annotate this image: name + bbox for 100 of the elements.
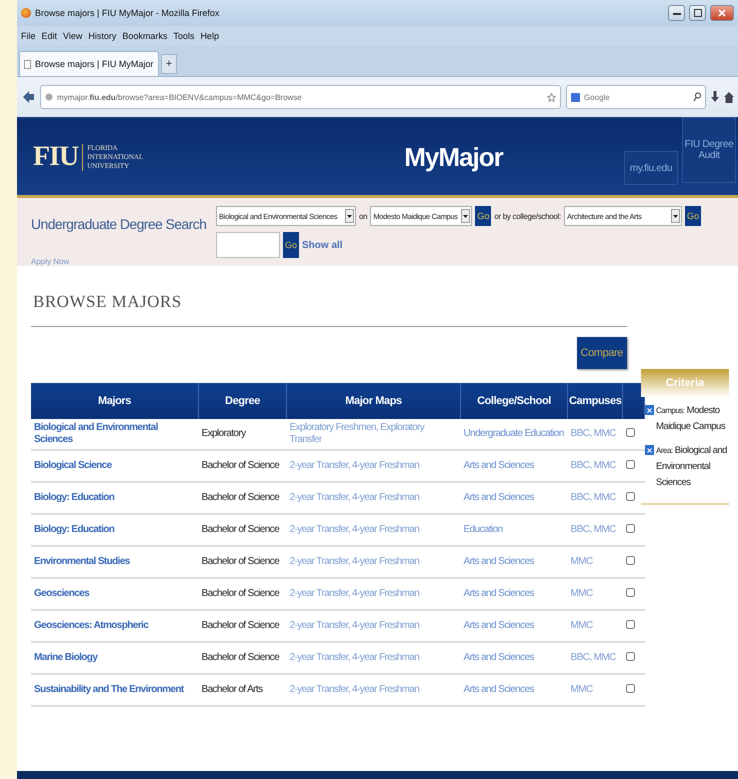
- search-icon[interactable]: [693, 92, 701, 102]
- menu-item[interactable]: File: [21, 31, 36, 41]
- major-maps-link[interactable]: 2-year Transfer, 4-year Freshman: [286, 674, 460, 706]
- college-link[interactable]: Arts and Sciences: [460, 482, 568, 514]
- degree-cell: Bachelor of Science: [198, 578, 286, 610]
- major-maps-link[interactable]: 2-year Transfer, 4-year Freshman: [286, 642, 460, 674]
- compare-checkbox[interactable]: [626, 458, 634, 470]
- degree-cell: Bachelor of Science: [198, 546, 286, 578]
- column-header: Campuses: [568, 383, 622, 419]
- criteria-item: Campus: Modesto Maidique Campus: [656, 404, 726, 434]
- download-icon[interactable]: [711, 91, 719, 103]
- compare-checkbox[interactable]: [626, 522, 634, 534]
- page-icon: [24, 60, 31, 68]
- window-title: Browse majors | FIU MyMajor - Mozilla Firefox: [35, 8, 220, 18]
- compare-checkbox[interactable]: [626, 650, 634, 662]
- home-icon[interactable]: [724, 92, 734, 102]
- back-icon[interactable]: [21, 90, 35, 104]
- campuses-link[interactable]: MMC: [568, 546, 622, 578]
- campuses-link[interactable]: MMC: [568, 610, 622, 642]
- major-link[interactable]: Sustainability and The Environment: [31, 674, 198, 706]
- major-maps-link[interactable]: 2-year Transfer, 4-year Freshman: [286, 514, 460, 546]
- major-link[interactable]: Biology: Education: [31, 514, 198, 546]
- apply-link[interactable]: Apply Now: [31, 257, 216, 266]
- college-link[interactable]: Undergraduate Education: [460, 419, 568, 450]
- column-header: Major Maps: [286, 383, 460, 419]
- remove-icon[interactable]: [645, 445, 654, 455]
- page-heading: BROWSE MAJORS: [31, 286, 627, 327]
- minimize-icon[interactable]: [668, 5, 685, 21]
- keyword-field[interactable]: [216, 232, 280, 258]
- major-link[interactable]: Geosciences: Atmospheric: [31, 610, 198, 642]
- college-link[interactable]: Arts and Sciences: [460, 450, 568, 482]
- criteria-header: Criteria: [641, 369, 729, 397]
- college-link[interactable]: Education: [460, 514, 568, 546]
- major-maps-link[interactable]: 2-year Transfer, 4-year Freshman: [286, 546, 460, 578]
- menu-item[interactable]: History: [88, 31, 116, 41]
- browser-search-field[interactable]: Google: [566, 85, 706, 109]
- compare-checkbox[interactable]: [626, 682, 634, 694]
- major-maps-link[interactable]: 2-year Transfer, 4-year Freshman: [286, 610, 460, 642]
- column-header: College/School: [460, 383, 568, 419]
- compare-checkbox[interactable]: [626, 618, 634, 630]
- campuses-link[interactable]: BBC, MMC: [568, 419, 622, 450]
- compare-checkbox[interactable]: [626, 490, 634, 502]
- menu-item[interactable]: Bookmarks: [122, 31, 168, 41]
- browser-logo-icon: [21, 8, 31, 18]
- show-all-link[interactable]: Show all: [302, 240, 343, 250]
- on-label: on: [359, 212, 368, 220]
- campuses-link[interactable]: MMC: [568, 674, 622, 706]
- major-link[interactable]: Marine Biology: [31, 642, 198, 674]
- college-link[interactable]: Arts and Sciences: [460, 546, 568, 578]
- degree-cell: Bachelor of Science: [198, 450, 286, 482]
- column-header: Majors: [31, 383, 198, 419]
- major-link[interactable]: Biological and Environmental Sciences: [31, 419, 198, 450]
- maximize-icon[interactable]: [689, 5, 706, 21]
- address-bar[interactable]: mymajor.fiu.edu/browse?area=BIOENV&campus=MMC&go=Browse: [40, 85, 561, 109]
- degree-cell: Bachelor of Arts: [198, 674, 286, 706]
- campuses-link[interactable]: MMC: [568, 578, 622, 610]
- logo-mark: FIU: [33, 141, 78, 173]
- compare-checkbox[interactable]: [626, 586, 634, 598]
- close-icon[interactable]: [710, 5, 734, 21]
- campuses-link[interactable]: BBC, MMC: [568, 450, 622, 482]
- major-maps-link[interactable]: Exploratory Freshmen, Exploratory Transfer: [286, 419, 460, 450]
- browser-tab[interactable]: Browse majors | FIU MyMajor: [19, 51, 159, 76]
- major-link[interactable]: Biological Science: [31, 450, 198, 482]
- major-link[interactable]: Biology: Education: [31, 482, 198, 514]
- college-link[interactable]: Arts and Sciences: [460, 610, 568, 642]
- college-link[interactable]: Arts and Sciences: [460, 674, 568, 706]
- go-button[interactable]: Go: [475, 206, 492, 226]
- compare-button[interactable]: Compare: [576, 337, 627, 369]
- major-link[interactable]: Environmental Studies: [31, 546, 198, 578]
- degree-cell: Exploratory: [198, 419, 286, 450]
- degree-cell: Bachelor of Science: [198, 514, 286, 546]
- remove-icon[interactable]: [645, 405, 654, 415]
- site-title: MyMajor: [403, 142, 504, 172]
- menu-item[interactable]: Help: [200, 31, 219, 41]
- header-link[interactable]: my.fiu.edu: [624, 151, 678, 185]
- go-button[interactable]: Go: [283, 232, 300, 258]
- go-button[interactable]: Go: [684, 206, 701, 226]
- menu-item[interactable]: View: [63, 31, 82, 41]
- college-label: or by college/school:: [494, 212, 561, 220]
- degree-cell: Bachelor of Science: [198, 482, 286, 514]
- new-tab-button[interactable]: +: [161, 54, 177, 74]
- college-link[interactable]: Arts and Sciences: [460, 578, 568, 610]
- header-link[interactable]: FIU Degree Audit: [682, 117, 736, 183]
- menu-item[interactable]: Edit: [42, 31, 58, 41]
- compare-checkbox[interactable]: [626, 426, 634, 438]
- degree-cell: Bachelor of Science: [198, 642, 286, 674]
- college-link[interactable]: Arts and Sciences: [460, 642, 568, 674]
- column-header: Degree: [198, 383, 286, 419]
- search-title: Undergraduate Degree Search: [31, 216, 208, 232]
- campuses-link[interactable]: BBC, MMC: [568, 482, 622, 514]
- compare-checkbox[interactable]: [626, 554, 634, 566]
- criteria-item: Area: Biological and Environmental Sciences: [656, 444, 727, 490]
- campuses-link[interactable]: BBC, MMC: [568, 642, 622, 674]
- menu-item[interactable]: Tools: [173, 31, 194, 41]
- major-maps-link[interactable]: 2-year Transfer, 4-year Freshman: [286, 482, 460, 514]
- major-maps-link[interactable]: 2-year Transfer, 4-year Freshman: [286, 450, 460, 482]
- degree-cell: Bachelor of Science: [198, 610, 286, 642]
- campuses-link[interactable]: BBC, MMC: [568, 514, 622, 546]
- major-maps-link[interactable]: 2-year Transfer, 4-year Freshman: [286, 578, 460, 610]
- major-link[interactable]: Geosciences: [31, 578, 198, 610]
